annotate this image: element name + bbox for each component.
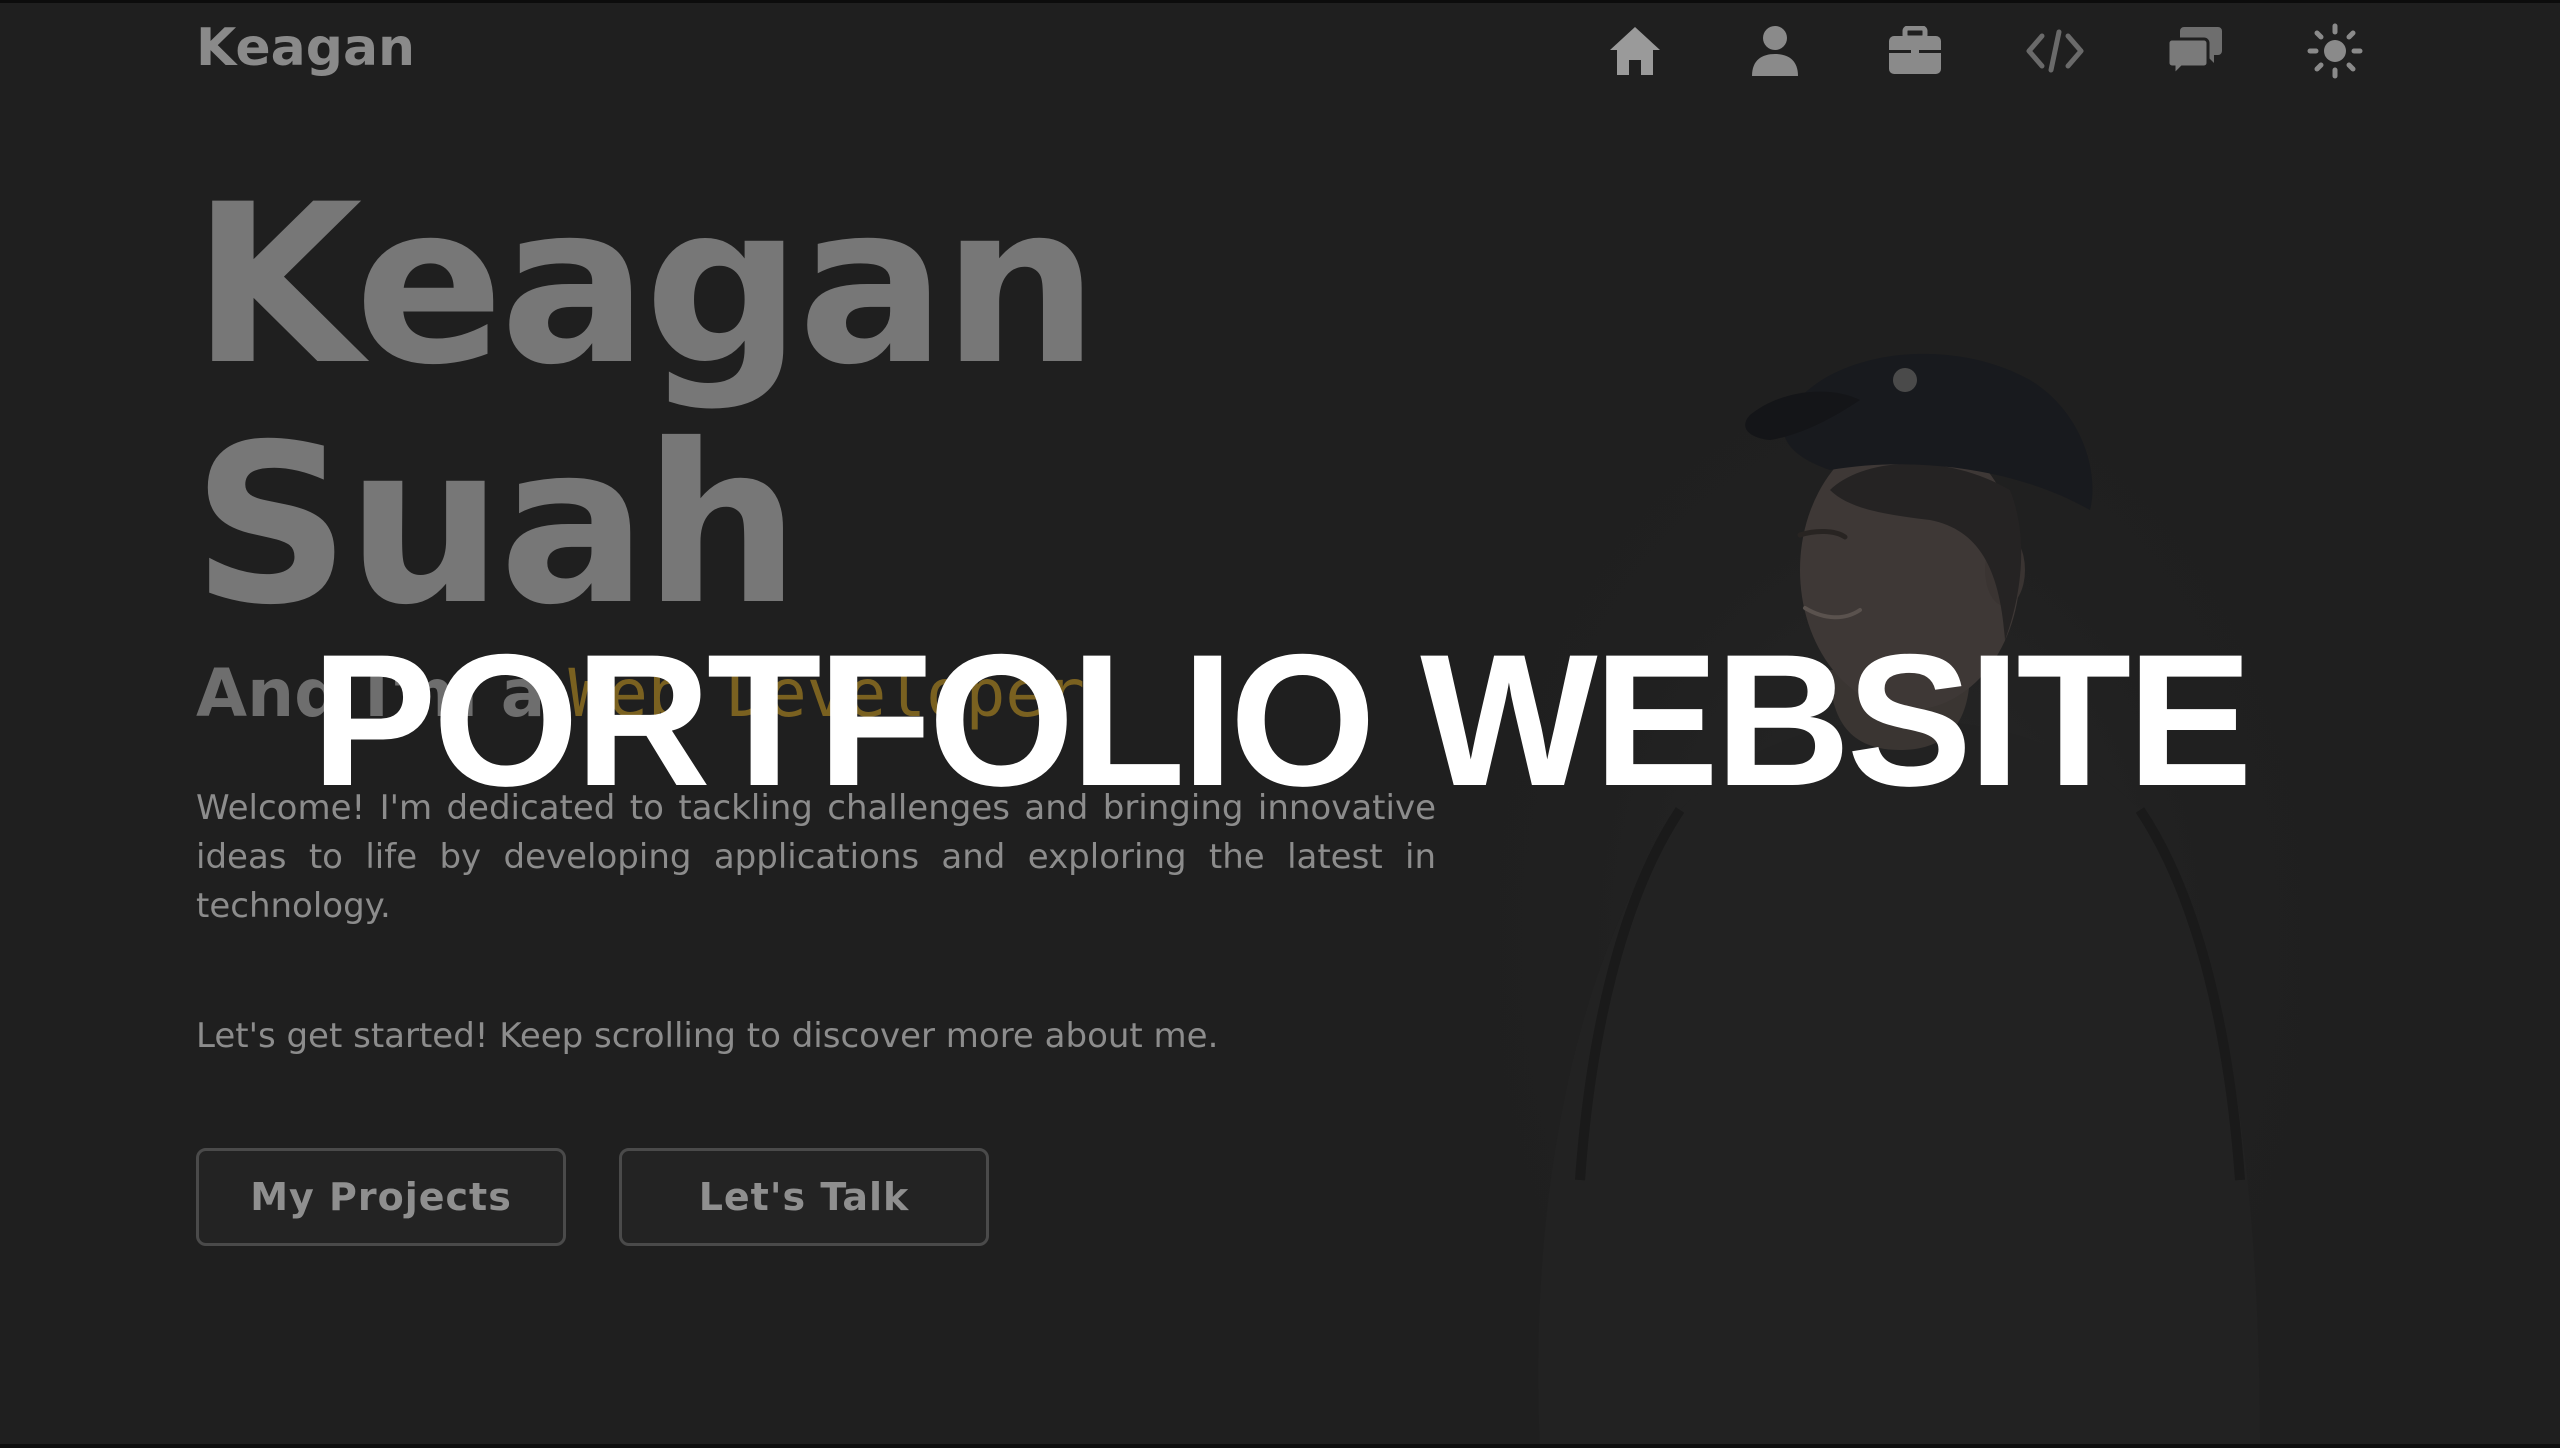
my-projects-button[interactable]: My Projects [196, 1148, 566, 1246]
code-icon [2026, 29, 2084, 73]
sun-icon [2307, 23, 2363, 79]
portrait-photo [1500, 340, 2300, 1448]
nav-contact[interactable] [2160, 16, 2230, 86]
overlay-title: PORTFOLIO WEBSITE [311, 615, 2252, 825]
chat-icon [2166, 27, 2222, 77]
hero-name-line2: Suah [192, 397, 800, 653]
top-border [0, 0, 2560, 3]
user-icon [1752, 26, 1798, 76]
theme-toggle[interactable] [2300, 16, 2370, 86]
bottom-border [0, 1444, 2560, 1448]
brand-logo[interactable]: Keagan [196, 18, 415, 78]
home-icon [1610, 27, 1660, 75]
nav-projects[interactable] [2020, 16, 2090, 86]
nav-home[interactable] [1600, 16, 1670, 86]
lets-talk-button[interactable]: Let's Talk [619, 1148, 989, 1246]
nav-experience[interactable] [1880, 16, 1950, 86]
nav-about[interactable] [1740, 16, 1810, 86]
cta-text: Let's get started! Keep scrolling to dis… [196, 1016, 1219, 1056]
hero-name-line1: Keagan [192, 157, 1099, 413]
hero-name: Keagan Suah [192, 157, 1099, 653]
briefcase-icon [1889, 26, 1941, 74]
top-nav [1600, 16, 2370, 86]
